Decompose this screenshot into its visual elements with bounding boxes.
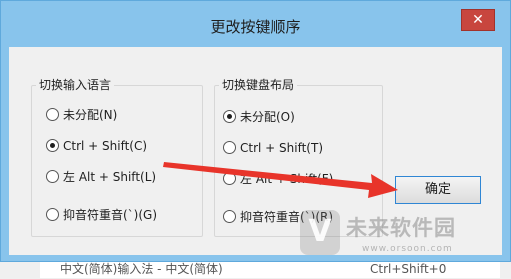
watermark: V 未来软件园 www.orsoon.com — [300, 210, 505, 260]
watermark-name: 未来软件园 — [346, 216, 456, 240]
watermark-url: www.orsoon.com — [362, 244, 453, 254]
watermark-logo-icon: V — [300, 210, 340, 255]
